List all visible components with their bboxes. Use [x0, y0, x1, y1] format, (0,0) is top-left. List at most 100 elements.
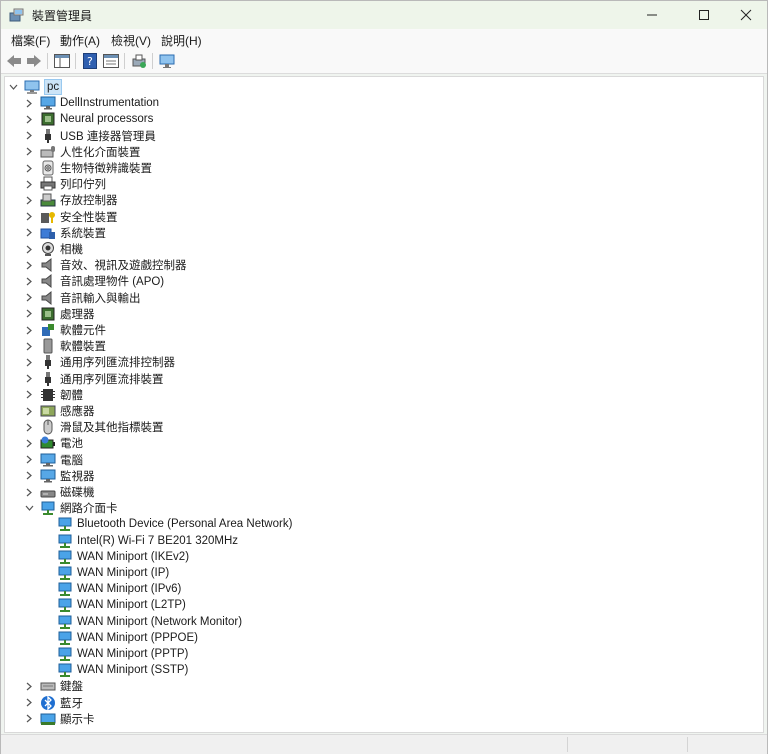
- chevron-right-icon[interactable]: [24, 468, 34, 484]
- maximize-button[interactable]: [681, 1, 727, 29]
- chevron-right-icon[interactable]: [24, 387, 34, 403]
- tree-item-label: 軟體元件: [60, 325, 106, 337]
- tree-item-label: 軟體裝置: [60, 341, 106, 354]
- tree-item-label: USB 連接器管理員: [60, 130, 156, 143]
- tree-root[interactable]: pc: [8, 79, 63, 95]
- tree-category[interactable]: 滑鼠及其他指標裝置: [24, 419, 164, 435]
- tree-category[interactable]: 軟體元件: [24, 322, 106, 338]
- tree-category[interactable]: 韌體: [24, 387, 83, 403]
- tree-category[interactable]: 藍牙: [24, 695, 83, 711]
- chevron-right-icon[interactable]: [24, 257, 34, 273]
- tree-category[interactable]: 感應器: [24, 403, 95, 419]
- tree-item-label: 電腦: [60, 454, 83, 467]
- tree-item-label: 電池: [60, 438, 83, 451]
- tree-category[interactable]: 人性化介面裝置: [24, 144, 141, 160]
- chevron-right-icon[interactable]: [24, 678, 34, 694]
- chevron-right-icon[interactable]: [24, 484, 34, 500]
- chevron-right-icon[interactable]: [24, 435, 34, 451]
- fingerprint-icon: [40, 160, 56, 176]
- network-adapter-item[interactable]: WAN Miniport (IKEv2): [57, 549, 189, 565]
- chevron-down-icon[interactable]: [8, 79, 18, 95]
- chevron-right-icon[interactable]: [24, 306, 34, 322]
- tree-category[interactable]: 電池: [24, 435, 83, 451]
- help-icon[interactable]: ?: [81, 52, 99, 70]
- show-hide-console-tree-icon[interactable]: [53, 52, 71, 70]
- chevron-right-icon[interactable]: [24, 241, 34, 257]
- network-adapter-item[interactable]: WAN Miniport (L2TP): [57, 597, 186, 613]
- tree-category[interactable]: 處理器: [24, 306, 95, 322]
- chevron-right-icon[interactable]: [24, 225, 34, 241]
- chevron-right-icon[interactable]: [24, 209, 34, 225]
- properties-icon[interactable]: [102, 52, 120, 70]
- chevron-right-icon[interactable]: [24, 371, 34, 387]
- chevron-right-icon[interactable]: [24, 192, 34, 208]
- system-folder-icon: [40, 225, 56, 241]
- chevron-right-icon[interactable]: [24, 322, 34, 338]
- network-adapter-item[interactable]: WAN Miniport (Network Monitor): [57, 614, 242, 630]
- chevron-right-icon[interactable]: [24, 452, 34, 468]
- tree-category[interactable]: Neural processors: [24, 111, 153, 127]
- menu-view[interactable]: 檢視(V): [111, 32, 151, 49]
- chevron-right-icon[interactable]: [24, 128, 34, 144]
- forward-arrow-icon[interactable]: [25, 52, 43, 70]
- tree-category[interactable]: 鍵盤: [24, 678, 83, 694]
- chevron-down-icon[interactable]: [24, 500, 34, 516]
- tree-category[interactable]: 監視器: [24, 468, 95, 484]
- back-arrow-icon[interactable]: [5, 52, 23, 70]
- chevron-right-icon[interactable]: [24, 290, 34, 306]
- minimize-button[interactable]: [629, 1, 675, 29]
- chevron-right-icon[interactable]: [24, 160, 34, 176]
- tree-category[interactable]: 音訊輸入與輸出: [24, 290, 141, 306]
- toolbar: ?: [1, 49, 767, 74]
- tree-category[interactable]: 音訊處理物件 (APO): [24, 273, 164, 289]
- tree-category[interactable]: DellInstrumentation: [24, 95, 159, 111]
- tree-category[interactable]: 軟體裝置: [24, 338, 106, 354]
- network-adapter-item[interactable]: WAN Miniport (IP): [57, 565, 169, 581]
- tree-item-label: WAN Miniport (IP): [77, 567, 170, 579]
- chevron-right-icon[interactable]: [24, 695, 34, 711]
- computer-icon: [24, 79, 40, 95]
- device-manager-icon: [9, 7, 25, 23]
- chevron-right-icon[interactable]: [24, 338, 34, 354]
- tree-category[interactable]: 顯示卡: [24, 711, 95, 727]
- menu-file[interactable]: 檔案(F): [11, 32, 50, 49]
- chevron-right-icon[interactable]: [24, 273, 34, 289]
- chevron-right-icon[interactable]: [24, 354, 34, 370]
- scan-hardware-icon[interactable]: [158, 52, 176, 70]
- chevron-right-icon[interactable]: [24, 144, 34, 160]
- network-adapter-item[interactable]: WAN Miniport (SSTP): [57, 662, 188, 678]
- tree-category[interactable]: 安全性裝置: [24, 209, 118, 225]
- tree-category[interactable]: USB 連接器管理員: [24, 128, 156, 144]
- tree-category[interactable]: 生物特徵辨識裝置: [24, 160, 152, 176]
- chevron-right-icon[interactable]: [24, 403, 34, 419]
- tree-category[interactable]: 通用序列匯流排裝置: [24, 371, 164, 387]
- tree-category[interactable]: 存放控制器: [24, 192, 118, 208]
- tree-category[interactable]: 網路介面卡: [24, 500, 118, 516]
- menu-action[interactable]: 動作(A): [60, 32, 100, 49]
- tree-category[interactable]: 電腦: [24, 452, 83, 468]
- tree-item-label: 藍牙: [60, 697, 83, 710]
- network-adapter-item[interactable]: Bluetooth Device (Personal Area Network): [57, 516, 292, 532]
- chevron-right-icon[interactable]: [24, 95, 34, 111]
- tree-category[interactable]: 通用序列匯流排控制器: [24, 354, 175, 370]
- tree-category[interactable]: 音效、視訊及遊戲控制器: [24, 257, 187, 273]
- tree-item-label: 音訊輸入與輸出: [60, 292, 141, 305]
- network-adapter-item[interactable]: WAN Miniport (IPv6): [57, 581, 181, 597]
- update-driver-icon[interactable]: [130, 52, 148, 70]
- chevron-right-icon[interactable]: [24, 711, 34, 727]
- network-adapter-item[interactable]: Intel(R) Wi-Fi 7 BE201 320MHz: [57, 533, 238, 549]
- usb-icon: [40, 128, 56, 144]
- tree-category[interactable]: 相機: [24, 241, 83, 257]
- chevron-right-icon[interactable]: [24, 176, 34, 192]
- menu-help[interactable]: 說明(H): [161, 32, 202, 49]
- tree-category[interactable]: 列印佇列: [24, 176, 106, 192]
- chevron-right-icon[interactable]: [24, 419, 34, 435]
- computer-icon: [40, 452, 56, 468]
- tree-category[interactable]: 系統裝置: [24, 225, 106, 241]
- tree-category[interactable]: 磁碟機: [24, 484, 95, 500]
- close-button[interactable]: [723, 1, 768, 29]
- network-adapter-item[interactable]: WAN Miniport (PPTP): [57, 646, 188, 662]
- chevron-right-icon[interactable]: [24, 111, 34, 127]
- network-adapter-item[interactable]: WAN Miniport (PPPOE): [57, 630, 198, 646]
- network-adapter-icon: [57, 630, 73, 646]
